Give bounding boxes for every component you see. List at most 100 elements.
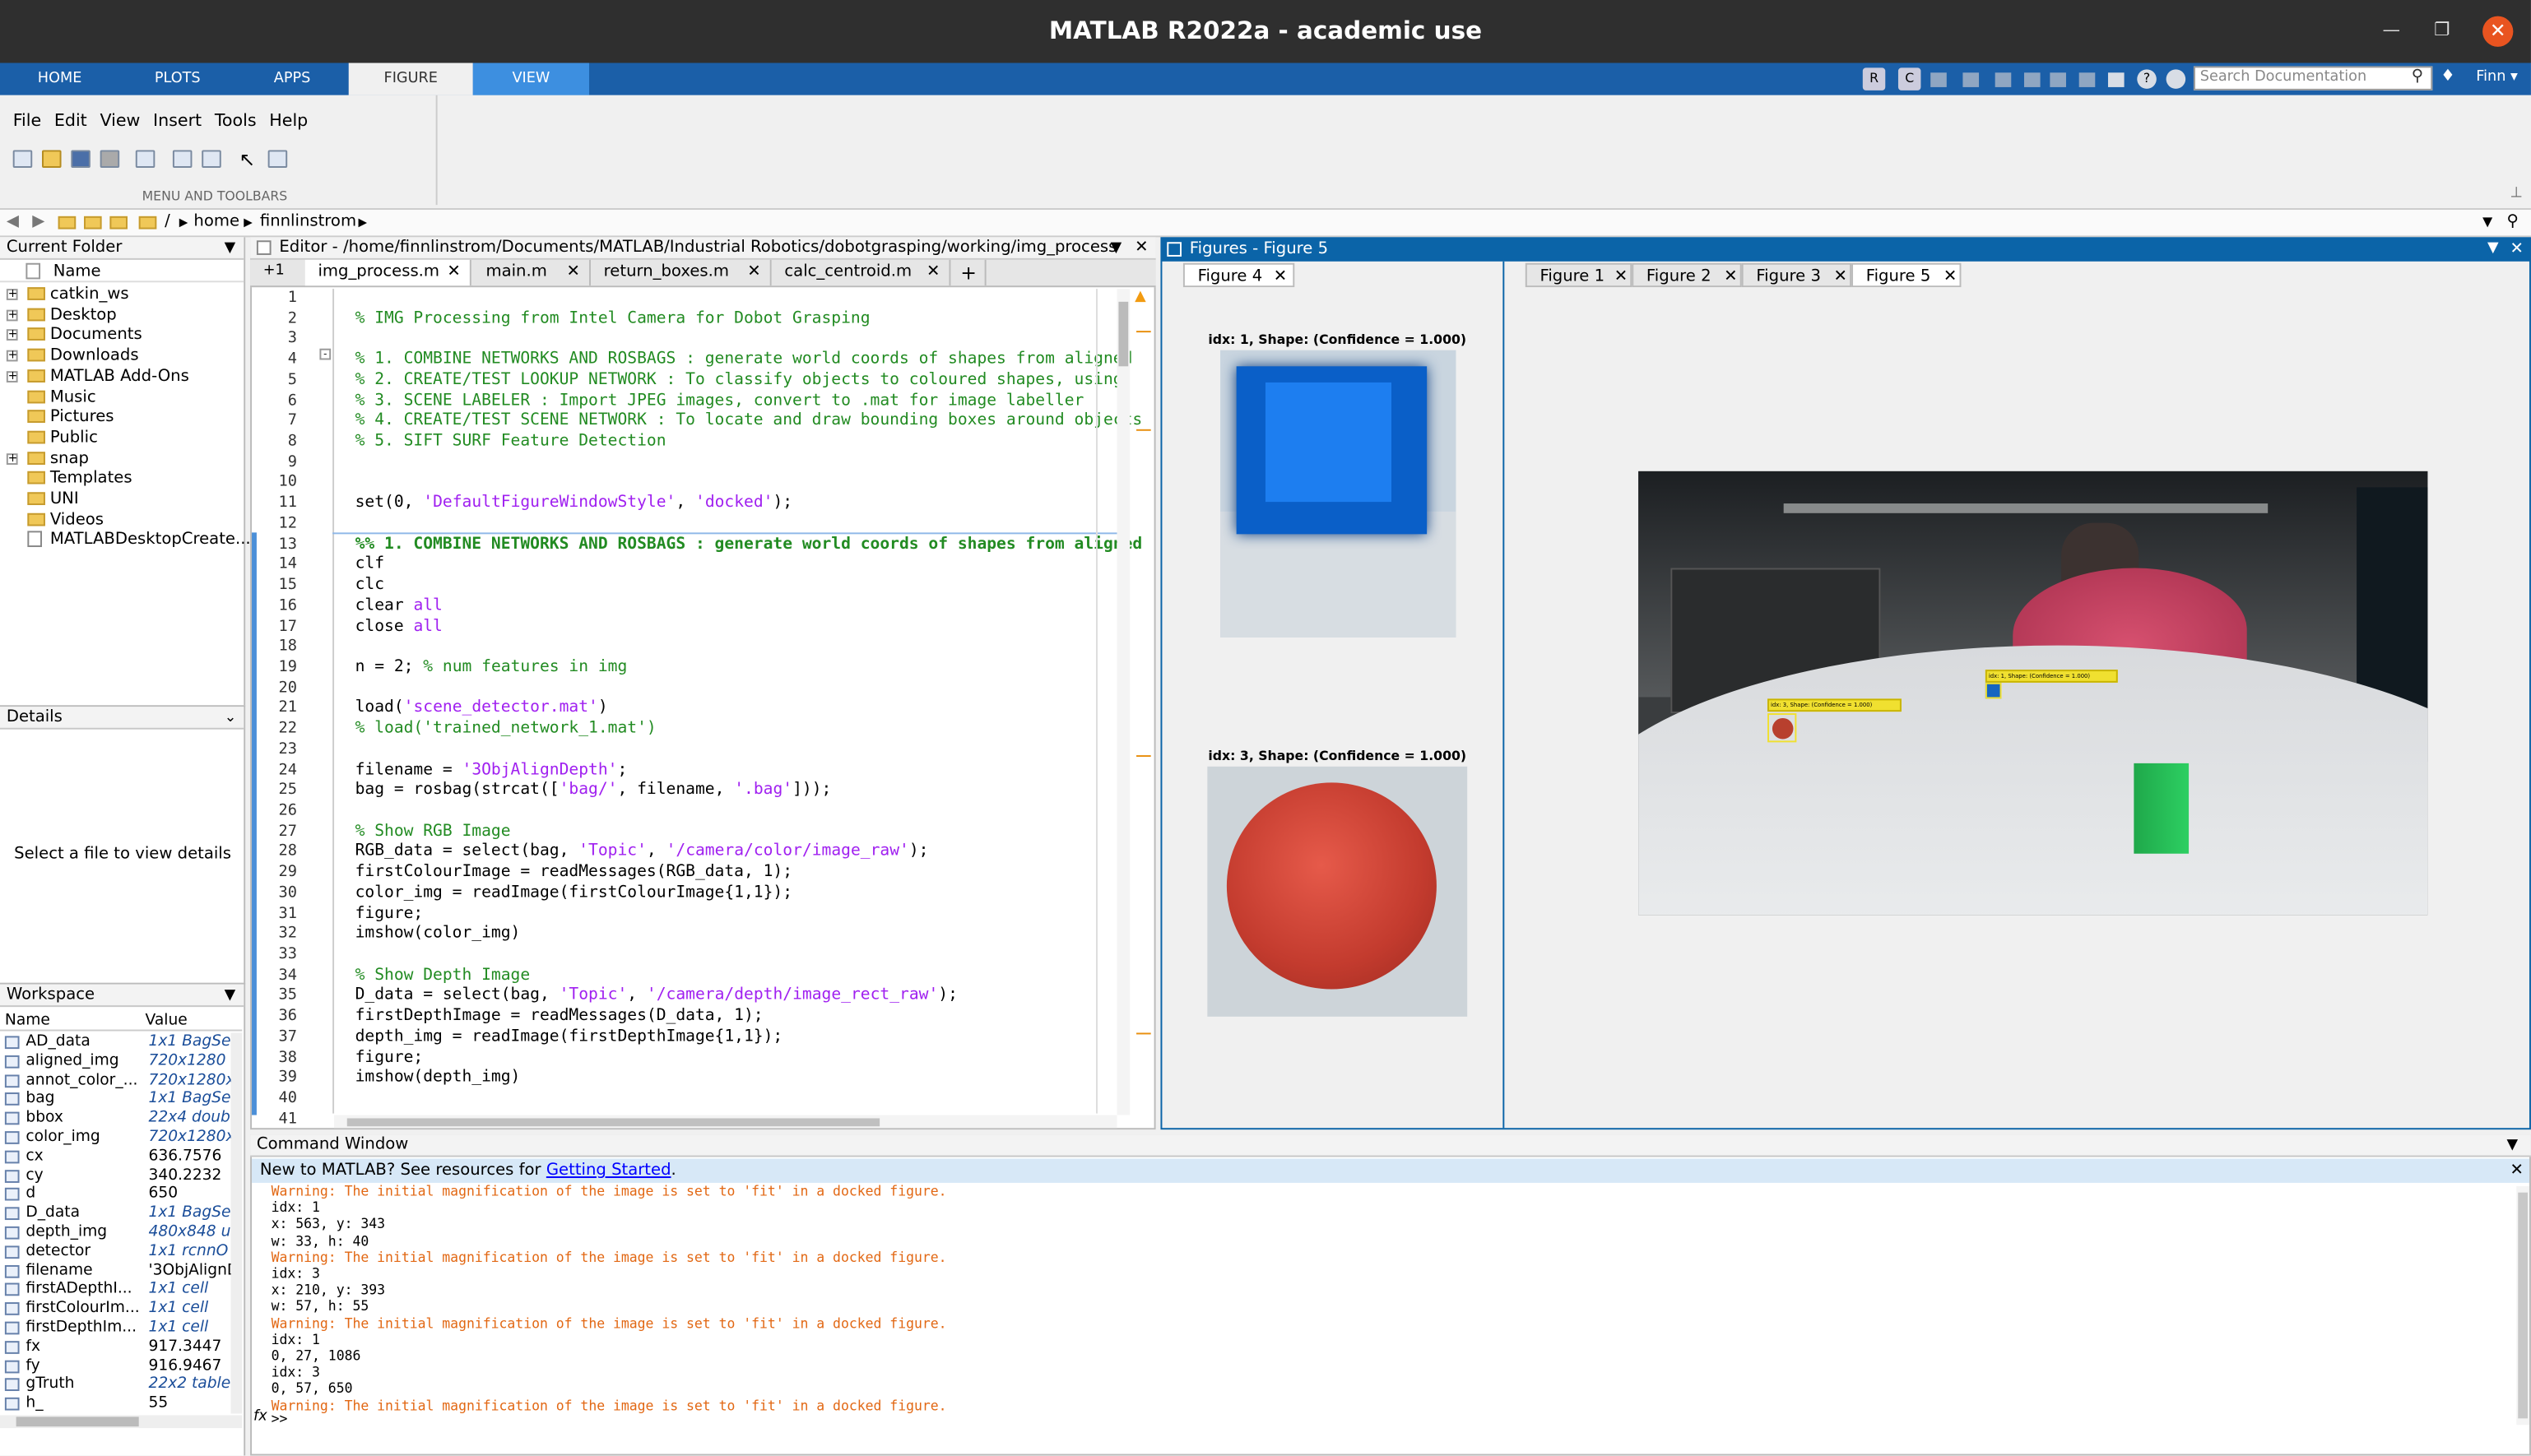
- close-icon[interactable]: ✕: [1833, 265, 1846, 289]
- search-icon[interactable]: ⚲: [2412, 67, 2423, 86]
- code-line[interactable]: set(0, 'DefaultFigureWindowStyle', 'dock…: [355, 494, 793, 512]
- code-line[interactable]: clc: [355, 576, 384, 594]
- tab-plots[interactable]: PLOTS: [119, 63, 235, 95]
- column-value[interactable]: Value: [146, 1012, 188, 1030]
- close-icon[interactable]: ✕: [2510, 237, 2523, 261]
- new-tab-button[interactable]: +: [950, 259, 987, 286]
- command-scrollbar[interactable]: [2516, 1185, 2529, 1426]
- tab-figure-4[interactable]: Figure 4 ✕: [1182, 262, 1295, 288]
- code-line[interactable]: firstDepthImage = readMessages(D_data, 1…: [355, 1007, 764, 1025]
- ribbon-collapse-icon[interactable]: ⊥: [2510, 186, 2522, 202]
- tab-apps[interactable]: APPS: [235, 63, 348, 95]
- column-name[interactable]: Name: [5, 1012, 50, 1030]
- close-icon[interactable]: ✕: [1944, 265, 1957, 289]
- close-icon[interactable]: ✕: [926, 260, 940, 285]
- workspace-row[interactable]: D_data 1x1 BagSe: [0, 1204, 242, 1223]
- tab-img-process[interactable]: img_process.m ✕: [304, 259, 471, 286]
- pointer-icon[interactable]: ↖: [239, 148, 255, 170]
- undo-icon[interactable]: [2050, 72, 2066, 87]
- close-icon[interactable]: ✕: [747, 260, 760, 285]
- code-line[interactable]: % Show Depth Image: [355, 967, 531, 985]
- workspace-row[interactable]: cy 340.2232: [0, 1166, 242, 1185]
- code-line[interactable]: % 2. CREATE/TEST LOOKUP NETWORK : To cla…: [355, 371, 1123, 389]
- code-line[interactable]: firstColourImage = readMessages(RGB_data…: [355, 864, 792, 882]
- code-line[interactable]: imshow(depth_img): [355, 1069, 521, 1087]
- getting-started-link[interactable]: Getting Started: [546, 1162, 671, 1180]
- switch-windows-icon[interactable]: [2107, 72, 2125, 87]
- code-line[interactable]: % Show RGB Image: [355, 823, 511, 841]
- workspace-row[interactable]: d 650: [0, 1185, 242, 1204]
- panel-menu-icon[interactable]: ▼: [225, 239, 236, 260]
- workspace-row[interactable]: detector 1x1 rcnnO: [0, 1242, 242, 1261]
- code-line[interactable]: % IMG Processing from Intel Camera for D…: [355, 309, 871, 327]
- workspace-row[interactable]: annot_color_... 720x1280x: [0, 1071, 242, 1090]
- expand-icon[interactable]: +: [6, 370, 18, 383]
- code-line[interactable]: RGB_data = select(bag, 'Topic', '/camera…: [355, 843, 929, 861]
- warning-marker[interactable]: [1136, 429, 1151, 431]
- tab-view[interactable]: VIEW: [472, 63, 590, 95]
- panel-menu-icon[interactable]: ▼: [2507, 1134, 2519, 1157]
- menu-edit[interactable]: Edit: [54, 111, 87, 131]
- address-search-icon[interactable]: ⚲: [2507, 210, 2519, 235]
- code-fold-icon[interactable]: -: [319, 348, 332, 360]
- workspace-row[interactable]: cx 636.7576: [0, 1147, 242, 1166]
- new-figure-icon[interactable]: [12, 150, 33, 169]
- code-line[interactable]: clear all: [355, 596, 443, 614]
- workspace-row[interactable]: aligned_img 720x1280: [0, 1052, 242, 1071]
- workspace-scrollbar[interactable]: [230, 1032, 243, 1414]
- link-plot-icon[interactable]: [135, 150, 156, 169]
- code-line[interactable]: color_img = readImage(firstColourImage{1…: [355, 884, 792, 902]
- back-icon[interactable]: ◀: [7, 210, 19, 235]
- chevron-down-icon[interactable]: ⌄: [225, 708, 237, 730]
- close-icon[interactable]: ✕: [1135, 237, 1148, 259]
- minimize-icon[interactable]: —: [2382, 20, 2400, 41]
- workspace-row[interactable]: fx 917.3447: [0, 1338, 242, 1356]
- code-line[interactable]: figure;: [355, 905, 424, 923]
- up-folder-icon[interactable]: [58, 216, 77, 230]
- editor-h-scrollbar[interactable]: [334, 1115, 1117, 1129]
- warning-marker[interactable]: [1136, 1032, 1151, 1035]
- search-documentation-input[interactable]: Search Documentation: [2193, 66, 2433, 90]
- help-icon[interactable]: ?: [2137, 69, 2157, 89]
- warning-marker[interactable]: [1136, 331, 1151, 333]
- expand-icon[interactable]: +: [6, 308, 18, 321]
- scroll-thumb[interactable]: [16, 1417, 139, 1427]
- forward-icon[interactable]: ▶: [32, 210, 44, 235]
- expand-icon[interactable]: +: [6, 288, 18, 300]
- property-inspector-icon[interactable]: [267, 150, 288, 169]
- code-line[interactable]: % 5. SIFT SURF Feature Detection: [355, 433, 666, 451]
- warning-icon[interactable]: ▲: [1135, 289, 1146, 305]
- workspace-row[interactable]: firstColourIm... 1x1 cell: [0, 1300, 242, 1319]
- editor-v-scrollbar[interactable]: [1117, 289, 1131, 1115]
- menu-insert[interactable]: Insert: [153, 111, 202, 131]
- colorbar-icon[interactable]: [172, 150, 193, 169]
- panel-menu-icon[interactable]: ▼: [225, 986, 236, 1008]
- code-line[interactable]: %% 1. COMBINE NETWORKS AND ROSBAGS : gen…: [355, 536, 1143, 554]
- workspace-row[interactable]: h_ 55: [0, 1394, 242, 1413]
- fx-icon[interactable]: fx: [253, 1409, 267, 1426]
- workspace-row[interactable]: color_img 720x1280x: [0, 1128, 242, 1147]
- close-icon[interactable]: ✕: [567, 260, 580, 285]
- code-line[interactable]: bag = rosbag(strcat(['bag/', filename, '…: [355, 781, 832, 800]
- expand-icon[interactable]: +: [6, 350, 18, 362]
- tab-return-boxes[interactable]: return_boxes.m ✕: [590, 259, 772, 286]
- close-icon[interactable]: ✕: [2510, 1159, 2523, 1183]
- close-icon[interactable]: ✕: [1614, 265, 1628, 289]
- save-figure-icon[interactable]: [71, 150, 91, 169]
- scroll-thumb[interactable]: [346, 1118, 880, 1127]
- code-line[interactable]: clf: [355, 556, 384, 574]
- copy-icon[interactable]: [1995, 72, 2012, 87]
- address-dropdown-icon[interactable]: ▼: [2482, 210, 2492, 235]
- scroll-thumb[interactable]: [2518, 1192, 2529, 1419]
- workspace-row[interactable]: firstDepthIm... 1x1 cell: [0, 1319, 242, 1338]
- folder-column-header[interactable]: Name: [0, 262, 244, 283]
- community-icon[interactable]: [2166, 69, 2186, 89]
- workspace-h-scrollbar[interactable]: [0, 1415, 243, 1429]
- tab-figure[interactable]: FIGURE: [348, 63, 473, 95]
- cut-icon[interactable]: [1962, 72, 1980, 87]
- open-file-icon[interactable]: [42, 150, 62, 169]
- user-account-menu[interactable]: Finn ▾: [2476, 69, 2518, 86]
- legend-icon[interactable]: [202, 150, 221, 169]
- code-line[interactable]: D_data = select(bag, 'Topic', '/camera/d…: [355, 987, 958, 1005]
- workspace-row[interactable]: fy 916.9467: [0, 1356, 242, 1375]
